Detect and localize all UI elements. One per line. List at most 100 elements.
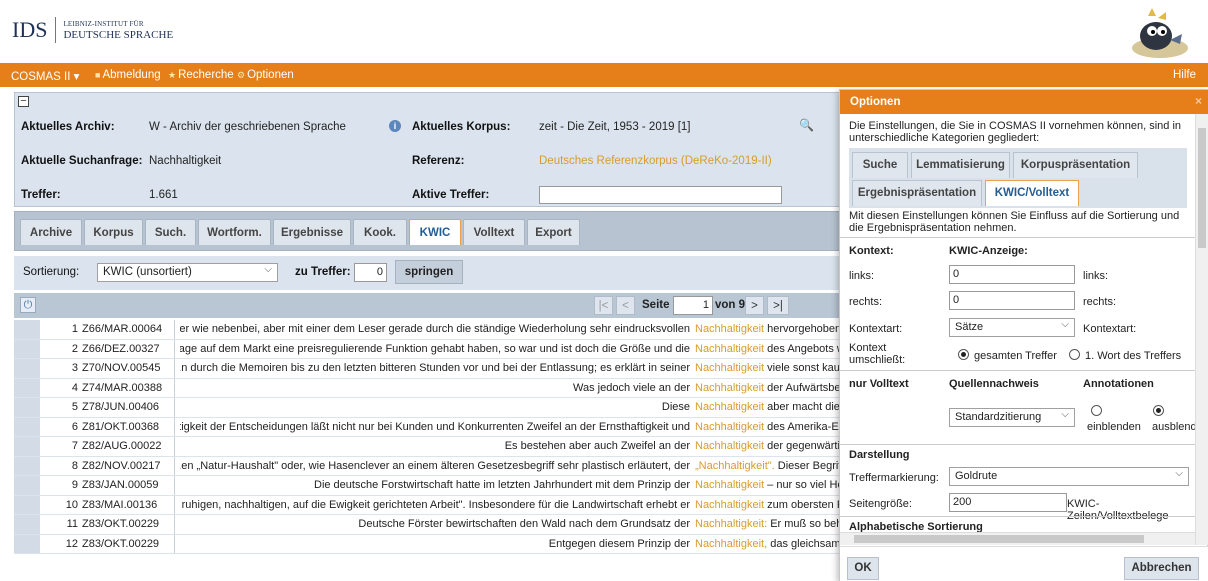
- dialog-titlebar[interactable]: Optionen ×: [840, 90, 1208, 114]
- otab-korpuspraesentation[interactable]: Korpuspräsentation: [1013, 152, 1138, 178]
- row-selector[interactable]: [14, 476, 40, 495]
- table-row[interactable]: 7 Z82/AUG.00022 Es bestehen aber auch Zwei…: [14, 437, 846, 457]
- row-selector[interactable]: [14, 398, 40, 417]
- page-input[interactable]: 1: [673, 296, 713, 315]
- row-selector[interactable]: [14, 534, 40, 553]
- keyword-hit[interactable]: Nachhaltigkeit viele sonst kaum: [695, 362, 846, 374]
- row-selector[interactable]: [14, 339, 40, 358]
- treffermarkierung-select[interactable]: Goldrute ⌵: [949, 467, 1189, 486]
- menu-recherche[interactable]: ★ Recherche: [168, 69, 234, 81]
- row-selector[interactable]: [14, 378, 40, 397]
- menu-abmeldung[interactable]: ■ Abmeldung: [95, 69, 161, 81]
- table-row[interactable]: 4 Z74/MAR.00388 Was jedoch viele an der Nac…: [14, 378, 846, 398]
- otab-suche[interactable]: Suche: [852, 152, 908, 178]
- info-icon[interactable]: i: [389, 120, 401, 132]
- table-row[interactable]: 3 Z70/NOV.00545 ...n durch die Memoiren bi…: [14, 359, 846, 379]
- row-siglum[interactable]: Z81/OKT.00368: [82, 421, 159, 433]
- kontextart-select[interactable]: Sätze ⌵: [949, 318, 1075, 337]
- springen-button[interactable]: springen: [395, 260, 463, 284]
- row-selector[interactable]: [14, 495, 40, 514]
- links-input[interactable]: 0: [949, 265, 1075, 284]
- radio-einblenden[interactable]: [1091, 405, 1102, 416]
- table-row[interactable]: 10 Z83/MAI.00136 ...r ruhigen, nachhaltige…: [14, 495, 846, 515]
- abbrechen-button[interactable]: Abbrechen: [1124, 557, 1199, 580]
- radio-gesamt[interactable]: [958, 349, 969, 360]
- keyword-hit[interactable]: Nachhaltigkeit der Aufwärtsbe: [695, 382, 841, 394]
- tab-such[interactable]: Such.: [145, 219, 196, 245]
- quellennachweis-select[interactable]: Standardzitierung ⌵: [949, 408, 1075, 427]
- tab-ergebnisse[interactable]: Ergebnisse: [273, 219, 351, 245]
- tab-wortform[interactable]: Wortform.: [198, 219, 271, 245]
- seitengroesse-input[interactable]: 200: [949, 493, 1067, 512]
- keyword-hit[interactable]: Nachhaltigkeit – nur so viel Ho: [695, 479, 844, 491]
- radio-ausblenden[interactable]: [1153, 405, 1164, 416]
- row-selector[interactable]: [14, 320, 40, 339]
- otab-ergebnispraesentation[interactable]: Ergebnispräsentation: [852, 180, 982, 206]
- power-icon[interactable]: ⏻: [20, 297, 36, 313]
- row-selector[interactable]: [14, 437, 40, 456]
- sortierung-select[interactable]: KWIC (unsortiert) ⌵: [97, 263, 278, 282]
- table-row[interactable]: 6 Z81/OKT.00368 ...tigkeit der Entscheidun…: [14, 417, 846, 437]
- row-selector[interactable]: [14, 515, 40, 534]
- tab-kwic[interactable]: KWIC: [409, 219, 461, 245]
- menu-cosmas[interactable]: COSMAS II ▾: [11, 69, 79, 83]
- keyword-hit[interactable]: Nachhaltigkeit hervorgehoben,: [695, 323, 844, 335]
- tab-volltext[interactable]: Volltext: [463, 219, 525, 245]
- row-siglum[interactable]: Z82/NOV.00217: [82, 460, 160, 472]
- search-icon[interactable]: 🔍: [799, 118, 814, 132]
- scroll-thumb[interactable]: [1198, 128, 1206, 248]
- table-row[interactable]: 1 Z66/MAR.00064 ...er wie nebenbei, aber m…: [14, 320, 846, 340]
- table-row[interactable]: 8 Z82/NOV.00217 ...en „Natur-Haushalt" ode…: [14, 456, 846, 476]
- row-siglum[interactable]: Z83/OKT.00229: [82, 518, 159, 530]
- table-row[interactable]: 2 Z66/DEZ.00327 ...age auf dem Markt eine …: [14, 339, 846, 359]
- table-row[interactable]: 12 Z83/OKT.00229 Entgegen diesem Prinzip d…: [14, 534, 846, 554]
- keyword-hit[interactable]: Nachhaltigkeit der gegenwärtig: [695, 440, 846, 452]
- table-row[interactable]: 9 Z83/JAN.00059 Die deutsche Forstwirtscha…: [14, 476, 846, 496]
- dialog-horizontal-scrollbar[interactable]: [840, 532, 1195, 545]
- row-selector[interactable]: [14, 417, 40, 436]
- row-selector[interactable]: [14, 359, 40, 378]
- first-page-button[interactable]: |<: [594, 296, 613, 315]
- row-siglum[interactable]: Z83/MAI.00136: [82, 499, 157, 511]
- keyword-hit[interactable]: Nachhaltigkeit des Angebots w: [695, 343, 845, 355]
- menu-hilfe[interactable]: Hilfe: [1173, 69, 1196, 81]
- ids-logo[interactable]: IDS LEIBNIZ-INSTITUT FÜR DEUTSCHE SPRACH…: [12, 17, 173, 43]
- keyword-hit[interactable]: Nachhaltigkeit, das gleichsam: [695, 538, 841, 550]
- ok-button[interactable]: OK: [847, 557, 879, 580]
- zu-treffer-input[interactable]: 0: [354, 263, 387, 282]
- referenz-link[interactable]: Deutsches Referenzkorpus (DeReKo-2019-II…: [539, 155, 772, 167]
- row-siglum[interactable]: Z83/OKT.00229: [82, 538, 159, 550]
- tab-kook[interactable]: Kook.: [353, 219, 407, 245]
- row-siglum[interactable]: Z78/JUN.00406: [82, 401, 159, 413]
- keyword-hit[interactable]: „Nachhaltigkeit". Dieser Begriff: [695, 460, 844, 472]
- menu-optionen[interactable]: ⚙ Optionen: [237, 69, 294, 81]
- last-page-button[interactable]: >|: [767, 296, 789, 315]
- keyword-hit[interactable]: Nachhaltigkeit zum obersten P: [695, 499, 844, 511]
- row-selector[interactable]: [14, 456, 40, 475]
- aktive-treffer-field[interactable]: [539, 186, 782, 204]
- keyword-hit[interactable]: Nachhaltigkeit aber macht die: [695, 401, 840, 413]
- next-page-button[interactable]: >: [745, 296, 764, 315]
- row-siglum[interactable]: Z66/MAR.00064: [82, 323, 162, 335]
- keyword-hit[interactable]: Nachhaltigkeit des Amerika-En: [695, 421, 845, 433]
- row-siglum[interactable]: Z74/MAR.00388: [82, 382, 162, 394]
- otab-kwic-volltext[interactable]: KWIC/Volltext: [985, 180, 1079, 206]
- prev-page-button[interactable]: <: [616, 296, 635, 315]
- tab-archive[interactable]: Archive: [20, 219, 82, 245]
- keyword-hit[interactable]: Nachhaltigkeit: Er muß so beh: [695, 518, 842, 530]
- row-siglum[interactable]: Z82/AUG.00022: [82, 440, 162, 452]
- tab-export[interactable]: Export: [527, 219, 580, 245]
- dialog-vertical-scrollbar[interactable]: [1195, 114, 1208, 545]
- close-icon[interactable]: ×: [1195, 94, 1202, 108]
- rechts-input[interactable]: 0: [949, 291, 1075, 310]
- table-row[interactable]: 5 Z78/JUN.00406 Diese Nachhaltigkeit aber m…: [14, 398, 846, 418]
- scroll-thumb[interactable]: [854, 535, 1144, 543]
- otab-lemmatisierung[interactable]: Lemmatisierung: [911, 152, 1010, 178]
- row-siglum[interactable]: Z70/NOV.00545: [82, 362, 160, 374]
- radio-erstes-wort[interactable]: [1069, 349, 1080, 360]
- table-row[interactable]: 11 Z83/OKT.00229 Deutsche Förster bewirtsc…: [14, 515, 846, 535]
- row-siglum[interactable]: Z83/JAN.00059: [82, 479, 158, 491]
- collapse-icon[interactable]: −: [18, 96, 29, 107]
- row-siglum[interactable]: Z66/DEZ.00327: [82, 343, 160, 355]
- tab-korpus[interactable]: Korpus: [84, 219, 143, 245]
